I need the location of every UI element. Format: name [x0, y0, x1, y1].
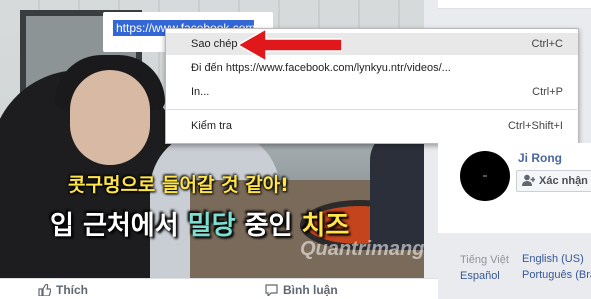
- comment-icon: [265, 284, 278, 298]
- avatar[interactable]: [460, 151, 510, 201]
- menu-separator: [167, 109, 577, 110]
- context-menu: Sao chép Ctrl+C Đi đến https://www.faceb…: [165, 28, 579, 144]
- menu-item-label: Đi đến https://www.facebook.com/lynkyu.n…: [191, 62, 451, 74]
- language-english[interactable]: English (US): [522, 253, 584, 265]
- comment-button[interactable]: Bình luận: [265, 283, 338, 298]
- menu-item-label: In...: [191, 86, 210, 98]
- video-caption-line2: 입 근처에서 밀당 중인 치즈: [50, 205, 349, 242]
- language-portuguese[interactable]: Português (Brasil): [522, 269, 591, 281]
- language-selector: Tiếng Việt English (US) Español Portuguê…: [438, 238, 591, 298]
- like-button[interactable]: Thích: [38, 283, 88, 297]
- menu-item-label: Sao chép: [191, 38, 238, 50]
- person-left-face: [70, 70, 150, 165]
- post-action-bar: Thích Bình luận: [0, 278, 438, 299]
- menu-item-label: Kiểm tra: [191, 120, 232, 132]
- comment-label: Bình luận: [283, 283, 338, 297]
- thumbs-up-icon: [38, 283, 52, 297]
- menu-item-shortcut: Ctrl+C: [531, 38, 563, 50]
- friend-request-card: Ji Rong Xác nhận: [438, 143, 591, 233]
- friend-name-link[interactable]: Ji Rong: [518, 151, 562, 165]
- video-caption-line1: 콧구멍으로 들어갈 것 같아!: [68, 174, 289, 196]
- confirm-friend-label: Xác nhận: [539, 175, 588, 187]
- caption-part-a: 입 근처에서: [50, 211, 188, 241]
- caption-part-d: 치즈: [301, 211, 350, 241]
- menu-item-shortcut: Ctrl+P: [532, 86, 563, 98]
- watermark: Quantrimang: [300, 238, 424, 260]
- add-friend-icon: [522, 174, 535, 186]
- menu-item-inspect[interactable]: Kiểm tra Ctrl+Shift+I: [166, 115, 578, 137]
- menu-item-print[interactable]: In... Ctrl+P: [166, 81, 578, 103]
- caption-part-c: 중인: [235, 211, 302, 241]
- language-spanish[interactable]: Español: [460, 270, 500, 282]
- avatar-mark: [483, 175, 487, 177]
- confirm-friend-button[interactable]: Xác nhận: [516, 170, 591, 192]
- like-label: Thích: [56, 283, 88, 297]
- sidebar-top-card: [438, 0, 591, 9]
- menu-item-goto[interactable]: Đi đến https://www.facebook.com/lynkyu.n…: [166, 57, 578, 79]
- menu-item-copy[interactable]: Sao chép Ctrl+C: [166, 33, 578, 55]
- menu-item-shortcut: Ctrl+Shift+I: [507, 120, 563, 132]
- red-arrow-icon: [238, 29, 342, 61]
- person-right: [370, 130, 424, 250]
- current-language: Tiếng Việt: [460, 254, 509, 266]
- caption-part-b: 밀당: [187, 211, 236, 241]
